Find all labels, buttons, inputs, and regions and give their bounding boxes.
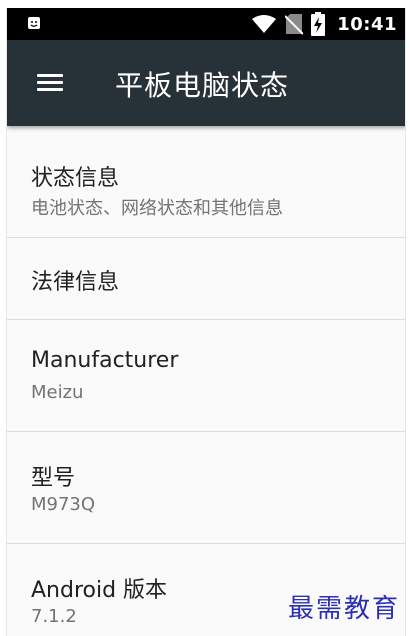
item-summary: 7.1.2 [31, 606, 77, 627]
list-item-status[interactable]: 状态信息 电池状态、网络状态和其他信息 [7, 126, 405, 238]
settings-list: 状态信息 电池状态、网络状态和其他信息 法律信息 Manufacturer Me… [7, 126, 405, 636]
list-item-legal[interactable]: 法律信息 [7, 238, 405, 320]
android-notification-icon [28, 17, 40, 29]
item-title: 型号 [31, 466, 76, 491]
item-title: 法律信息 [31, 270, 120, 295]
list-item-manufacturer[interactable]: Manufacturer Meizu [7, 320, 405, 432]
menu-icon [37, 74, 63, 77]
page-title: 平板电脑状态 [115, 69, 290, 102]
battery-charging-icon [311, 12, 326, 36]
item-summary: Meizu [31, 382, 84, 403]
item-summary: M973Q [31, 494, 96, 515]
status-icons: 10:41 [251, 12, 397, 36]
item-title: 状态信息 [31, 166, 120, 191]
status-bar: 10:41 [7, 8, 405, 40]
app-bar: 平板电脑状态 [7, 40, 405, 126]
menu-icon-bar [37, 81, 63, 84]
device-screen: 10:41 平板电脑状态 状态信息 电池状态、网络状态和其他信息 法律信息 Ma… [6, 8, 406, 636]
wifi-icon [252, 15, 277, 33]
list-item-model[interactable]: 型号 M973Q [7, 432, 405, 544]
item-title: Manufacturer [31, 348, 179, 373]
no-sim-icon [285, 14, 304, 35]
item-summary: 电池状态、网络状态和其他信息 [31, 198, 283, 219]
clock-time: 10:41 [337, 13, 397, 35]
menu-icon-bar [37, 88, 63, 91]
menu-button[interactable] [27, 67, 65, 99]
watermark: 最需教育 [288, 594, 401, 624]
item-title: Android 版本 [31, 578, 168, 603]
